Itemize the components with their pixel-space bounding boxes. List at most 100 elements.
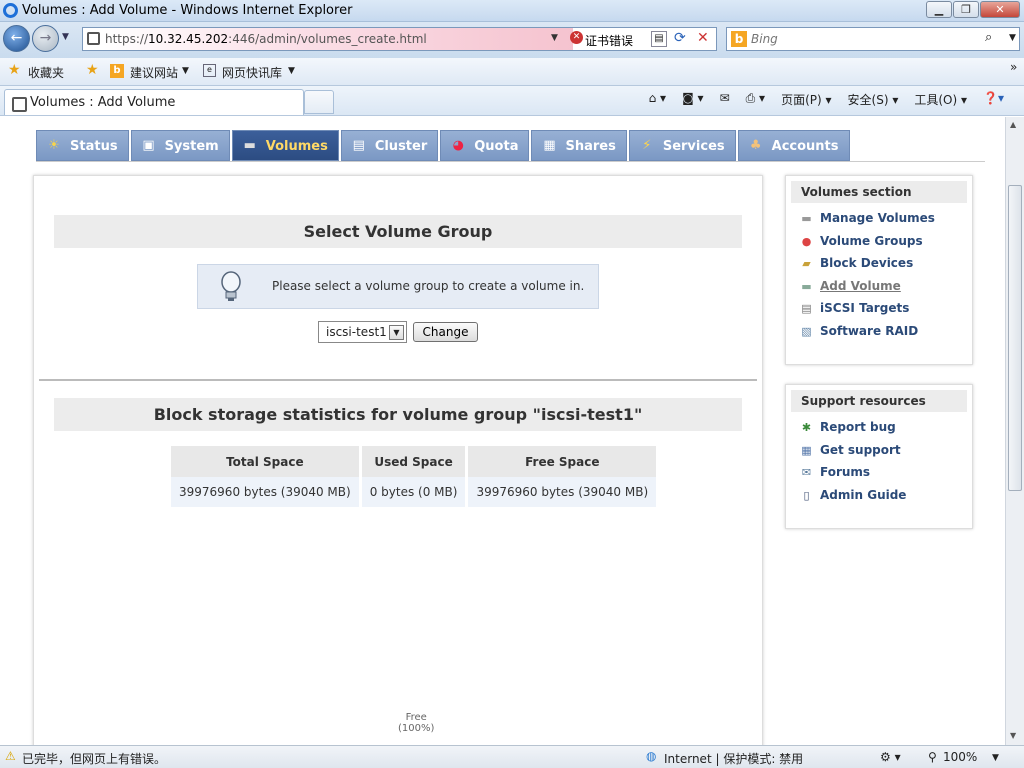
add-favorite-icon[interactable]: ★ bbox=[86, 62, 99, 78]
accounts-icon: ♣ bbox=[749, 138, 762, 153]
support-resources-panel: Support resources ✱ Report bug ▦ Get suppo… bbox=[785, 384, 973, 529]
volume-groups-link[interactable]: ● Volume Groups bbox=[786, 234, 972, 257]
back-button[interactable]: ← bbox=[3, 25, 30, 52]
feeds-icon[interactable]: ◙ ▾ bbox=[682, 91, 703, 108]
web-slice-gallery-link[interactable]: 网页快讯库 bbox=[222, 64, 282, 81]
minimize-button[interactable]: ▁ bbox=[926, 1, 952, 18]
scrollbar-thumb[interactable] bbox=[1008, 185, 1022, 491]
internet-zone-icon: ◍ bbox=[646, 749, 657, 763]
suggested-sites-dropdown-icon[interactable]: ▼ bbox=[182, 66, 189, 76]
lightbulb-icon bbox=[221, 271, 241, 301]
address-dropdown-icon[interactable]: ▼ bbox=[551, 33, 558, 43]
refresh-icon[interactable]: ⟳ bbox=[674, 30, 686, 46]
zoom-dropdown-icon[interactable]: ▼ bbox=[992, 753, 999, 763]
page-icon bbox=[87, 32, 100, 45]
iscsi-targets-link[interactable]: ▤ iSCSI Targets bbox=[786, 301, 972, 324]
search-input[interactable] bbox=[751, 30, 991, 48]
zoom-level[interactable]: 100% bbox=[943, 750, 977, 764]
bug-icon: ✱ bbox=[801, 421, 812, 434]
scroll-up-icon[interactable]: ▲ bbox=[1010, 120, 1016, 129]
manage-volumes-link[interactable]: ▬ Manage Volumes bbox=[786, 211, 972, 234]
tab-bar: Volumes : Add Volume ⌂ ▾ ◙ ▾ ✉ ⎙ ▾ 页面(P)… bbox=[0, 86, 1024, 116]
support-icon: ▦ bbox=[801, 443, 812, 457]
volume-group-select[interactable]: iscsi-test1 ▼ bbox=[318, 321, 407, 343]
search-icon[interactable]: ⌕ bbox=[985, 30, 992, 45]
nav-shares[interactable]: ▦ Shares bbox=[531, 130, 627, 161]
iscsi-targets-icon: ▤ bbox=[801, 302, 812, 315]
protected-mode-icon[interactable]: ⚙ ▾ bbox=[880, 750, 901, 764]
window-title: Volumes : Add Volume - Windows Internet … bbox=[22, 3, 353, 18]
change-button[interactable]: Change bbox=[413, 322, 478, 342]
nav-cluster[interactable]: ▤ Cluster bbox=[340, 130, 439, 161]
block-devices-link[interactable]: ▰ Block Devices bbox=[786, 256, 972, 279]
bing-suggest-icon: b bbox=[110, 64, 124, 78]
forward-button[interactable]: → bbox=[32, 25, 59, 52]
scroll-down-icon[interactable]: ▼ bbox=[1010, 731, 1016, 740]
favorites-star-icon[interactable]: ★ bbox=[8, 62, 21, 78]
address-url[interactable]: https://10.32.45.202:446/admin/volumes_c… bbox=[105, 32, 427, 46]
nav-system[interactable]: ▣ System bbox=[130, 130, 230, 161]
vertical-scrollbar[interactable]: ▲ ▼ bbox=[1005, 117, 1024, 745]
stats-table: Total Space Used Space Free Space 399769… bbox=[168, 446, 659, 507]
help-icon[interactable]: ❓▾ bbox=[983, 91, 1004, 108]
nav-status[interactable]: ☀ Status bbox=[36, 130, 129, 161]
search-box[interactable]: b ⌕ ▼ bbox=[726, 27, 1020, 51]
home-icon[interactable]: ⌂ ▾ bbox=[649, 91, 666, 108]
web-slice-icon: e bbox=[203, 64, 216, 77]
favorites-button[interactable]: 收藏夹 bbox=[28, 64, 64, 81]
volumes-section-panel: Volumes section ▬ Manage Volumes ● Volume … bbox=[785, 175, 973, 365]
page-content: ☀ Status ▣ System ▬ Volumes ▤ Cluster ◕ Quota… bbox=[0, 117, 1005, 745]
security-zone[interactable]: Internet | 保护模式: 禁用 bbox=[664, 750, 803, 767]
print-icon[interactable]: ⎙ ▾ bbox=[746, 91, 765, 108]
page-menu[interactable]: 页面(P) ▾ bbox=[781, 91, 831, 108]
volumes-section-title: Volumes section bbox=[791, 181, 967, 203]
cert-error-label[interactable]: 证书错误 bbox=[585, 32, 633, 49]
report-bug-link[interactable]: ✱ Report bug bbox=[786, 420, 972, 443]
volumes-icon: ▬ bbox=[243, 138, 256, 153]
compat-view-icon[interactable]: ▤ bbox=[651, 31, 667, 47]
close-window-button[interactable]: ✕ bbox=[980, 1, 1020, 18]
support-resources-title: Support resources bbox=[791, 390, 967, 412]
ie-logo-icon bbox=[3, 3, 18, 18]
admin-guide-link[interactable]: ▯ Admin Guide bbox=[786, 488, 972, 511]
zoom-icon: ⚲ bbox=[928, 750, 937, 764]
forums-icon: ✉ bbox=[801, 466, 812, 479]
total-space-value: 39976960 bytes (39040 MB) bbox=[171, 477, 359, 507]
read-mail-icon[interactable]: ✉ bbox=[720, 91, 730, 108]
history-dropdown-icon[interactable]: ▼ bbox=[62, 32, 69, 42]
system-icon: ▣ bbox=[142, 138, 155, 153]
nav-accounts[interactable]: ♣ Accounts bbox=[737, 130, 850, 161]
pie-label: Free (100%) bbox=[398, 712, 435, 734]
suggested-sites-link[interactable]: 建议网站 bbox=[130, 64, 178, 81]
stop-icon[interactable]: ✕ bbox=[697, 30, 709, 46]
block-storage-stats-heading: Block storage statistics for volume grou… bbox=[54, 398, 742, 431]
tab-volumes-add[interactable]: Volumes : Add Volume bbox=[4, 89, 304, 115]
software-raid-icon: ▧ bbox=[801, 324, 812, 338]
select-volume-group-heading: Select Volume Group bbox=[54, 215, 742, 248]
book-icon: ▯ bbox=[803, 488, 810, 502]
quota-icon: ◕ bbox=[452, 138, 464, 153]
web-slice-dropdown-icon[interactable]: ▼ bbox=[288, 66, 295, 76]
address-bar[interactable]: https://10.32.45.202:446/admin/volumes_c… bbox=[82, 27, 717, 51]
chevron-down-icon[interactable]: ▼ bbox=[389, 325, 404, 340]
nav-volumes[interactable]: ▬ Volumes bbox=[231, 130, 339, 161]
toolbar-overflow-icon[interactable]: » bbox=[1010, 60, 1017, 74]
software-raid-link[interactable]: ▧ Software RAID bbox=[786, 324, 972, 347]
info-text: Please select a volume group to create a… bbox=[272, 279, 585, 293]
main-nav: ☀ Status ▣ System ▬ Volumes ▤ Cluster ◕ Quota… bbox=[36, 130, 850, 161]
address-toolbar: ← → ▼ https://10.32.45.202:446/admin/vol… bbox=[0, 22, 1024, 58]
forums-link[interactable]: ✉ Forums bbox=[786, 465, 972, 488]
warning-icon[interactable]: ⚠ bbox=[5, 749, 16, 763]
table-row: 39976960 bytes (39040 MB) 0 bytes (0 MB)… bbox=[171, 477, 657, 507]
tools-menu[interactable]: 工具(O) ▾ bbox=[914, 91, 967, 108]
safety-menu[interactable]: 安全(S) ▾ bbox=[848, 91, 899, 108]
nav-services[interactable]: ⚡ Services bbox=[628, 130, 736, 161]
cert-error-icon[interactable]: ✕ bbox=[570, 31, 583, 44]
search-dropdown-icon[interactable]: ▼ bbox=[1009, 33, 1016, 43]
nav-quota[interactable]: ◕ Quota bbox=[440, 130, 530, 161]
new-tab-button[interactable] bbox=[304, 90, 334, 114]
add-volume-icon: ▬ bbox=[801, 279, 812, 293]
add-volume-link[interactable]: ▬ Add Volume bbox=[786, 279, 972, 302]
get-support-link[interactable]: ▦ Get support bbox=[786, 443, 972, 466]
maximize-button[interactable]: ❐ bbox=[953, 1, 979, 18]
